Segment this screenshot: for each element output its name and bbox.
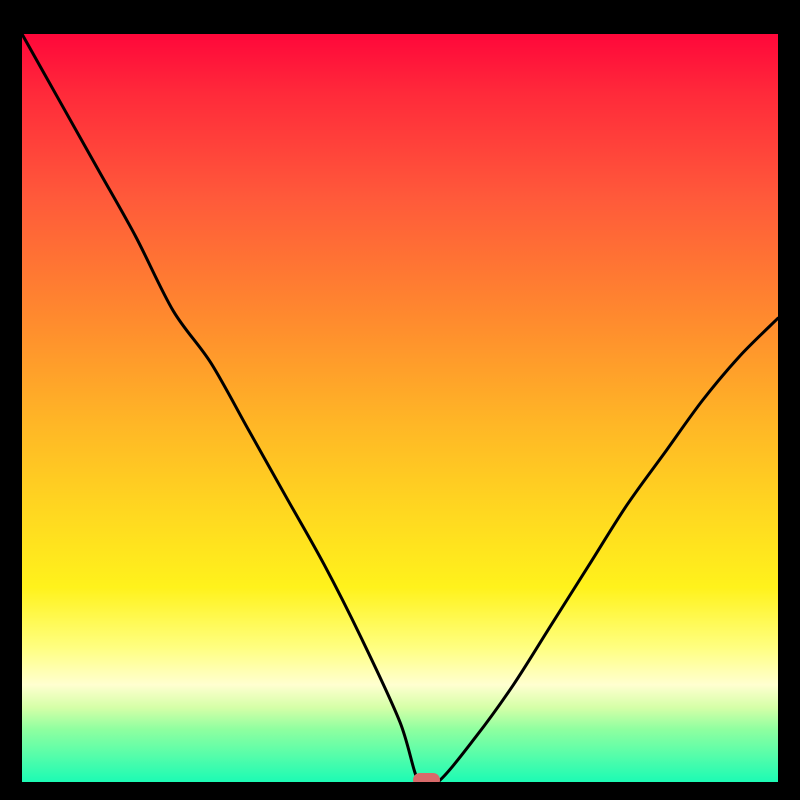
bottleneck-curve xyxy=(22,34,778,782)
plot-area xyxy=(22,34,778,782)
optimum-marker xyxy=(413,773,439,782)
